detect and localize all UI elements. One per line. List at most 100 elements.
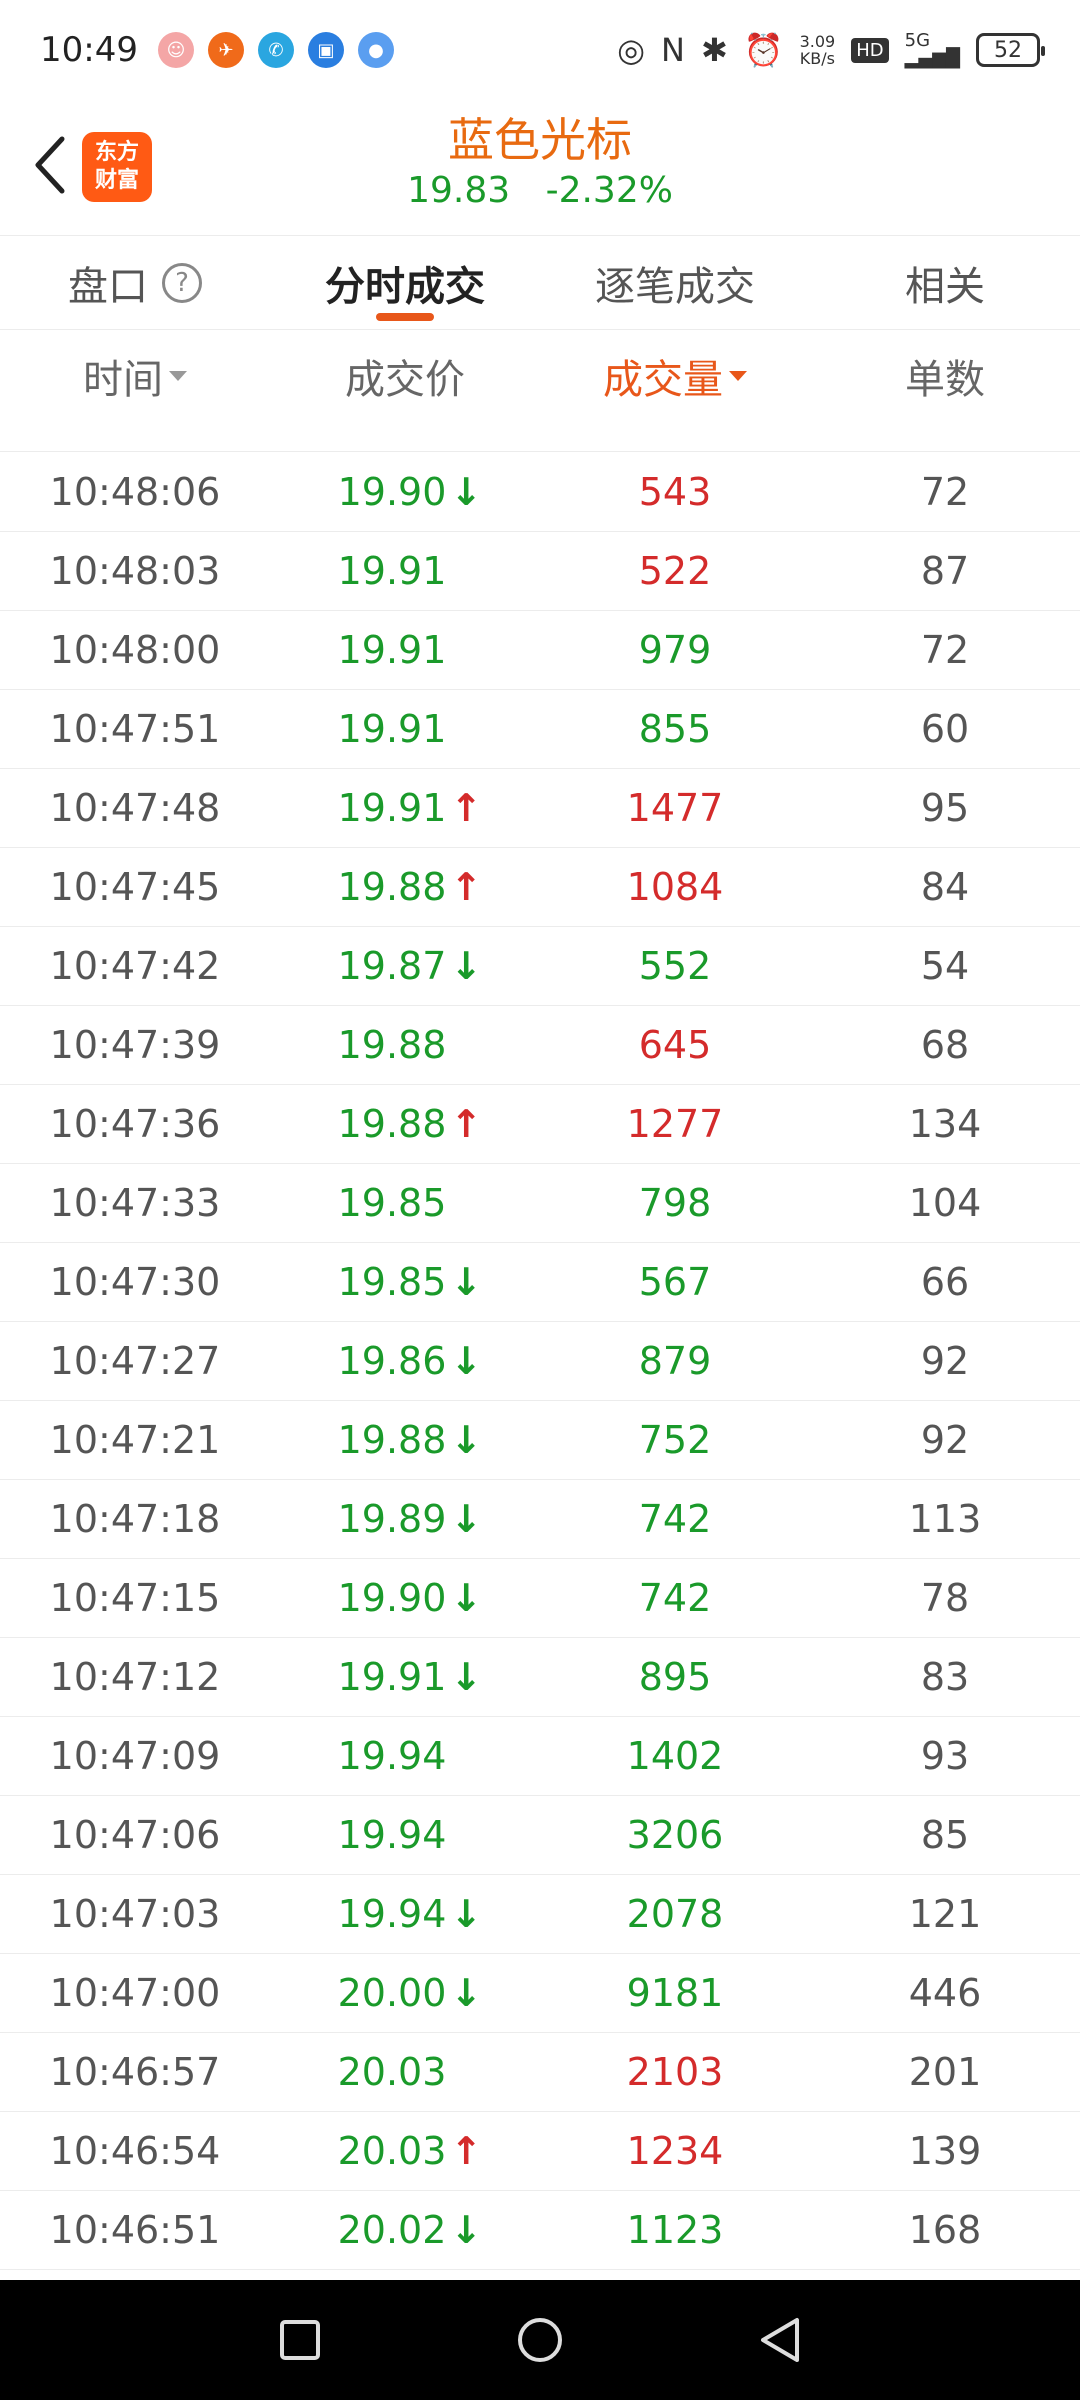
trade-volume: 855 — [638, 707, 712, 751]
recent-apps-button[interactable] — [270, 2310, 330, 2370]
tab-order-book[interactable]: 盘口 ? — [0, 236, 270, 329]
phone-notification-icon: ✆ — [257, 32, 294, 68]
table-row: 10:47:42 19.87 ↓ 552 54 — [0, 927, 1080, 1006]
table-row: 10:47:18 19.89 ↓ 742 113 — [0, 1480, 1080, 1559]
trade-count: 113 — [908, 1497, 982, 1541]
battery-level: 52 — [994, 37, 1022, 63]
trade-count: 72 — [920, 470, 970, 514]
trade-time: 10:46:57 — [49, 2050, 221, 2094]
trade-price-cell: 19.88 ↑ — [270, 1102, 540, 1146]
help-icon[interactable]: ? — [162, 262, 202, 303]
table-row: 10:47:06 19.94 3206 85 — [0, 1796, 1080, 1875]
square-icon — [280, 2320, 320, 2360]
trade-time: 10:47:00 — [49, 1971, 221, 2015]
trade-count: 134 — [908, 1102, 982, 1146]
sort-caret-icon — [729, 370, 747, 381]
trade-price: 19.94 — [337, 1813, 447, 1857]
trade-price: 19.91 — [337, 549, 447, 593]
trade-price: 19.91 — [337, 707, 447, 751]
system-nav-bar — [0, 2280, 1080, 2400]
tab-tick-trades[interactable]: 逐笔成交 — [540, 236, 810, 329]
hd-icon: HD — [851, 37, 889, 63]
table-row: 10:47:48 19.91 ↑ 1477 95 — [0, 769, 1080, 848]
stock-name: 蓝色光标 — [448, 113, 632, 167]
trade-price-cell: 19.88 ↓ — [270, 1418, 540, 1462]
app-notification-icon: ● — [357, 32, 394, 68]
trade-price: 19.88 — [337, 1023, 447, 1067]
trade-volume: 979 — [638, 628, 712, 672]
app-notification-icon: ▣ — [307, 32, 344, 68]
back-nav-button[interactable] — [750, 2310, 810, 2370]
trade-volume: 1234 — [626, 2129, 724, 2173]
tab-label: 分时成交 — [325, 263, 485, 310]
app-header: 东方 财富 蓝色光标 19.83 -2.32% — [0, 100, 1080, 235]
trade-price-cell: 19.88 — [270, 1023, 540, 1067]
trade-count: 93 — [920, 1734, 970, 1778]
trade-count: 95 — [920, 786, 970, 830]
trade-price: 20.03 — [337, 2050, 447, 2094]
table-row: 10:47:15 19.90 ↓ 742 78 — [0, 1559, 1080, 1638]
trade-volume: 522 — [638, 549, 712, 593]
trade-count: 92 — [920, 1339, 970, 1383]
arrow-down-icon: ↓ — [450, 1497, 483, 1541]
trade-time: 10:48:00 — [49, 628, 221, 672]
status-bar: 10:49 ☺ ✈ ✆ ▣ ● ◎ N ✱ ⏰ 3.09 KB/s HD 5G ▂… — [0, 0, 1080, 100]
triangle-back-icon — [761, 2318, 799, 2362]
trade-price-cell: 19.91 — [270, 628, 540, 672]
stock-change: -2.32% — [545, 170, 673, 211]
trade-time: 10:47:30 — [49, 1260, 221, 1304]
trade-volume: 567 — [638, 1260, 712, 1304]
net-speed-value: 3.09 — [799, 32, 836, 51]
trade-price-cell: 20.00 ↓ — [270, 1971, 540, 2015]
table-row: 10:47:36 19.88 ↑ 1277 134 — [0, 1085, 1080, 1164]
trade-count: 139 — [908, 2129, 982, 2173]
column-header-count: 单数 — [810, 330, 1080, 451]
table-row: 10:47:03 19.94 ↓ 2078 121 — [0, 1875, 1080, 1954]
arrow-up-icon: ↑ — [450, 865, 483, 909]
table-row: 10:47:45 19.88 ↑ 1084 84 — [0, 848, 1080, 927]
trade-time: 10:47:39 — [49, 1023, 221, 1067]
table-row: 10:46:51 20.02 ↓ 1123 168 — [0, 2191, 1080, 2270]
trade-count: 72 — [920, 628, 970, 672]
circle-icon — [518, 2318, 562, 2362]
trade-volume: 1402 — [626, 1734, 724, 1778]
trade-price-cell: 19.94 — [270, 1734, 540, 1778]
table-row: 10:47:12 19.91 ↓ 895 83 — [0, 1638, 1080, 1717]
table-row: 10:47:00 20.00 ↓ 9181 446 — [0, 1954, 1080, 2033]
trade-price-cell: 19.94 — [270, 1813, 540, 1857]
trade-price-cell: 20.03 ↑ — [270, 2129, 540, 2173]
table-row: 10:47:30 19.85 ↓ 567 66 — [0, 1243, 1080, 1322]
column-header-time[interactable]: 时间 — [0, 330, 270, 451]
net-speed-unit: KB/s — [799, 49, 835, 68]
trade-price: 19.91 — [337, 786, 447, 830]
trade-count: 104 — [908, 1181, 982, 1225]
trade-price: 19.88 — [337, 1102, 447, 1146]
trade-time: 10:47:09 — [49, 1734, 221, 1778]
trade-price-cell: 19.90 ↓ — [270, 470, 540, 514]
trade-volume: 879 — [638, 1339, 712, 1383]
trade-time: 10:47:36 — [49, 1102, 221, 1146]
trade-volume: 742 — [638, 1576, 712, 1620]
table-row: 10:47:09 19.94 1402 93 — [0, 1717, 1080, 1796]
home-button[interactable] — [510, 2310, 570, 2370]
trade-price: 20.02 — [337, 2208, 447, 2252]
column-header-volume[interactable]: 成交量 — [540, 330, 810, 451]
trade-volume: 1084 — [626, 865, 724, 909]
trade-price: 19.85 — [337, 1181, 447, 1225]
signal-label: 5G — [904, 30, 931, 51]
trade-count: 168 — [908, 2208, 982, 2252]
trade-volume: 9181 — [626, 1971, 724, 2015]
arrow-down-icon: ↓ — [450, 470, 483, 514]
trade-price-cell: 19.90 ↓ — [270, 1576, 540, 1620]
trade-time: 10:47:45 — [49, 865, 221, 909]
tab-bar: 盘口 ? 分时成交 逐笔成交 相关 — [0, 235, 1080, 330]
notification-icons: ☺ ✈ ✆ ▣ ● — [157, 32, 394, 68]
trade-price-cell: 19.85 — [270, 1181, 540, 1225]
trade-count: 84 — [920, 865, 970, 909]
trade-count: 85 — [920, 1813, 970, 1857]
tab-related[interactable]: 相关 — [810, 236, 1080, 329]
trade-price-cell: 19.89 ↓ — [270, 1497, 540, 1541]
tab-time-trades[interactable]: 分时成交 — [270, 236, 540, 329]
tab-label: 逐笔成交 — [595, 263, 755, 310]
trade-time: 10:47:42 — [49, 944, 221, 988]
